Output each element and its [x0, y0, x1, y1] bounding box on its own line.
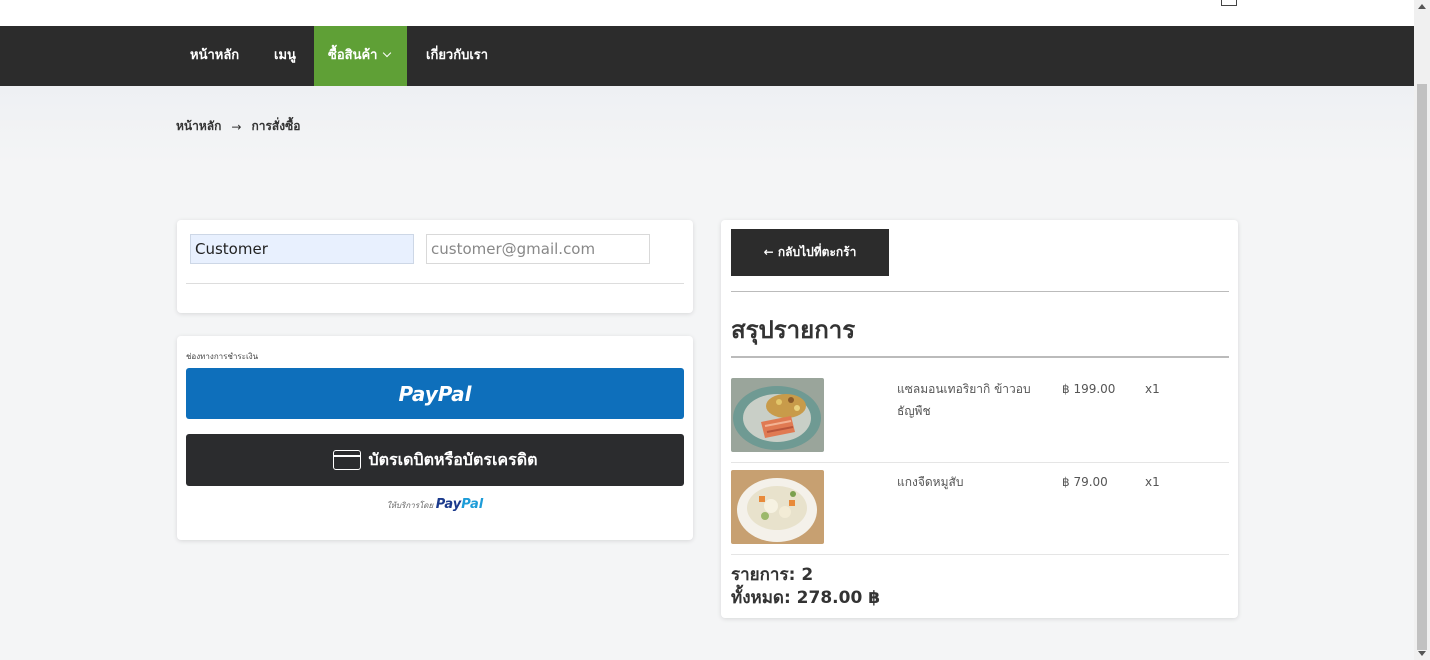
paypal-logo: PayPal	[436, 497, 483, 512]
breadcrumb-current: การสั่งซื้อ	[251, 119, 301, 133]
scrollbar-thumb[interactable]	[1417, 84, 1427, 650]
scroll-down-icon[interactable]	[1418, 651, 1426, 656]
email-field[interactable]: customer@gmail.com	[426, 234, 650, 264]
scrollbar[interactable]	[1414, 0, 1430, 660]
paypal-logo-pal: Pal	[461, 497, 484, 512]
item-name: แกงจืดหมูสับ	[897, 475, 964, 489]
payment-card: ช่องทางการชำระเงิน PayPal บัตรเดบิตหรือบ…	[177, 336, 693, 540]
list-item: แกงจืดหมูสับ ฿ 79.00 x1	[731, 462, 1229, 555]
divider	[731, 356, 1229, 358]
product-image-soup	[731, 470, 824, 544]
breadcrumb: หน้าหลัก → การสั่งซื้อ	[176, 117, 300, 136]
list-item: แซลมอนเทอริยากิ ข้าวอบธัญพืช ฿ 199.00 x1	[731, 368, 1229, 461]
cart-icon[interactable]	[1221, 0, 1237, 6]
powered-by-paypal: ให้บริการโดย PayPal	[177, 497, 693, 512]
divider	[731, 291, 1229, 292]
scroll-up-icon[interactable]	[1418, 4, 1426, 9]
item-name: แซลมอนเทอริยากิ ข้าวอบธัญพืช	[897, 382, 1031, 418]
card-payment-label: บัตรเดบิตหรือบัตรเครดิต	[368, 449, 538, 469]
summary-title: สรุปรายการ	[731, 316, 856, 344]
nav-item-about[interactable]: เกี่ยวกับเรา	[412, 26, 502, 86]
paypal-logo-pay: Pay	[435, 497, 462, 512]
item-price: ฿ 79.00	[1062, 475, 1108, 489]
credit-card-icon	[332, 450, 361, 470]
item-qty: x1	[1145, 475, 1160, 489]
product-image-salmon	[731, 378, 824, 452]
customer-info-card: Customer customer@gmail.com	[177, 220, 693, 313]
powered-by-text: ให้บริการโดย	[386, 501, 434, 510]
card-payment-button[interactable]: บัตรเดบิตหรือบัตรเครดิต	[186, 434, 684, 486]
divider	[731, 554, 1229, 555]
nav-item-home[interactable]: หน้าหลัก	[176, 26, 253, 86]
main-nav: หน้าหลัก เมนู ซื้อสินค้า เกี่ยวกับเรา	[0, 26, 1414, 86]
nav-item-menu[interactable]: เมนู	[260, 26, 310, 86]
chevron-down-icon	[383, 48, 392, 58]
arrow-right-icon: →	[231, 119, 242, 134]
nav-item-shop-label: ซื้อสินค้า	[328, 48, 378, 63]
order-totals: รายการ: 2 ทั้งหมด: 278.00 ฿	[731, 564, 880, 610]
nav-item-shop[interactable]: ซื้อสินค้า	[314, 26, 407, 86]
top-bar	[0, 0, 1414, 26]
order-total: ทั้งหมด: 278.00 ฿	[731, 588, 881, 608]
payment-label: ช่องทางการชำระเงิน	[186, 352, 259, 361]
item-qty: x1	[1145, 382, 1160, 396]
item-count: รายการ: 2	[731, 565, 814, 585]
item-price: ฿ 199.00	[1062, 382, 1116, 396]
order-summary-card: ← กลับไปที่ตะกร้า สรุปรายการ แซลมอนเทอริ…	[721, 220, 1238, 618]
name-field[interactable]: Customer	[190, 234, 414, 264]
divider	[186, 283, 684, 284]
paypal-button[interactable]: PayPal	[186, 368, 684, 419]
back-to-cart-button[interactable]: ← กลับไปที่ตะกร้า	[731, 229, 889, 276]
breadcrumb-home[interactable]: หน้าหลัก	[176, 117, 221, 136]
